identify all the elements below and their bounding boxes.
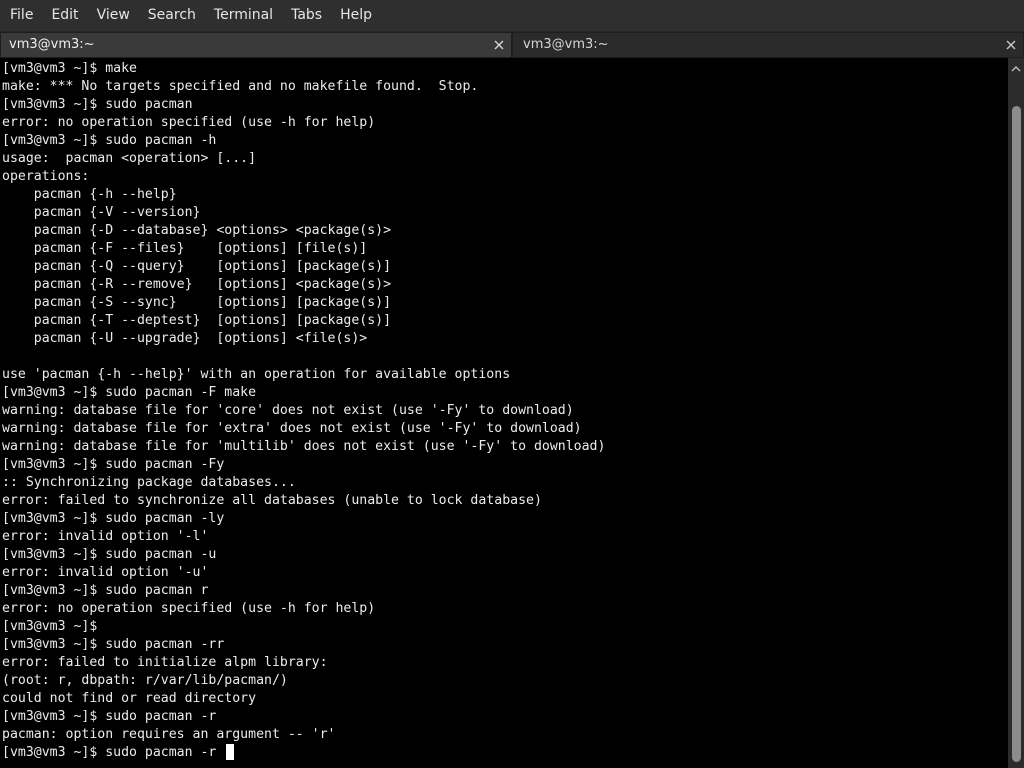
tab-2[interactable]: vm3@vm3:~	[512, 32, 1024, 58]
terminal-line: error: failed to initialize alpm library…	[2, 655, 328, 670]
terminal-line: [vm3@vm3 ~]$ sudo pacman -rr	[2, 637, 225, 652]
scrollbar-thumb[interactable]	[1012, 106, 1021, 762]
terminal-line: pacman {-T --deptest} [options] [package…	[2, 313, 392, 328]
tab-1-title: vm3@vm3:~	[9, 37, 95, 52]
terminal-line: error: no operation specified (use -h fo…	[2, 601, 376, 616]
terminal-line: pacman {-D --database} <options> <packag…	[2, 223, 392, 238]
close-icon[interactable]	[1003, 37, 1019, 53]
terminal-line: operations:	[2, 169, 90, 184]
menu-terminal[interactable]: Terminal	[205, 0, 282, 31]
terminal-line: :: Synchronizing package databases...	[2, 475, 296, 490]
terminal-line: use 'pacman {-h --help}' with an operati…	[2, 367, 511, 382]
terminal-line: (root: r, dbpath: r/var/lib/pacman/)	[2, 673, 288, 688]
terminal-line: warning: database file for 'multilib' do…	[2, 439, 606, 454]
terminal-line: [vm3@vm3 ~]$ sudo pacman -h	[2, 133, 217, 148]
close-icon-glyph	[494, 40, 504, 50]
menu-tabs[interactable]: Tabs	[282, 0, 331, 31]
terminal-line: pacman {-V --version}	[2, 205, 201, 220]
tab-2-title: vm3@vm3:~	[523, 37, 609, 52]
text-cursor	[226, 744, 234, 760]
terminal-line: error: invalid option '-l'	[2, 529, 209, 544]
chevron-up-glyph	[1011, 66, 1021, 72]
terminal-line: pacman: option requires an argument -- '…	[2, 727, 336, 742]
close-icon[interactable]	[491, 37, 507, 53]
terminal-line: pacman {-S --sync} [options] [package(s)…	[2, 295, 392, 310]
terminal-line: error: invalid option '-u'	[2, 565, 209, 580]
menu-file[interactable]: File	[0, 0, 42, 31]
terminal-line: pacman {-Q --query} [options] [package(s…	[2, 259, 392, 274]
terminal-line: pacman {-h --help}	[2, 187, 177, 202]
terminal-line: [vm3@vm3 ~]$ make	[2, 61, 137, 76]
terminal-line: pacman {-R --remove} [options] <package(…	[2, 277, 392, 292]
menu-search[interactable]: Search	[139, 0, 205, 31]
terminal-line: [vm3@vm3 ~]$ sudo pacman -F make	[2, 385, 257, 400]
tab-bar: vm3@vm3:~ vm3@vm3:~	[0, 31, 1024, 58]
terminal-line: [vm3@vm3 ~]$ sudo pacman	[2, 97, 193, 112]
terminal-line: usage: pacman <operation> [...]	[2, 151, 257, 166]
terminal-line: [vm3@vm3 ~]$ sudo pacman -r	[2, 709, 217, 724]
terminal-line: [vm3@vm3 ~]$ sudo pacman -Fy	[2, 457, 225, 472]
chevron-up-icon[interactable]	[1008, 60, 1024, 72]
menu-view[interactable]: View	[88, 0, 139, 31]
terminal-line: warning: database file for 'core' does n…	[2, 403, 574, 418]
terminal-line: [vm3@vm3 ~]$ sudo pacman -u	[2, 547, 217, 562]
menu-edit[interactable]: Edit	[42, 0, 87, 31]
terminal-line: [vm3@vm3 ~]$ sudo pacman -ly	[2, 511, 225, 526]
terminal-window: File Edit View Search Terminal Tabs Help…	[0, 0, 1024, 768]
vertical-scrollbar[interactable]	[1008, 58, 1024, 768]
terminal-line: warning: database file for 'extra' does …	[2, 421, 582, 436]
terminal-line: [vm3@vm3 ~]$	[2, 619, 98, 634]
terminal-line: error: no operation specified (use -h fo…	[2, 115, 376, 130]
terminal-line: pacman {-F --files} [options] [file(s)]	[2, 241, 368, 256]
menu-help[interactable]: Help	[331, 0, 381, 31]
terminal-line: error: failed to synchronize all databas…	[2, 493, 542, 508]
terminal-line: [vm3@vm3 ~]$ sudo pacman -r	[2, 745, 225, 760]
tab-1[interactable]: vm3@vm3:~	[0, 32, 512, 58]
menu-bar: File Edit View Search Terminal Tabs Help	[0, 0, 1024, 31]
close-icon-glyph	[1006, 40, 1016, 50]
terminal-line: could not find or read directory	[2, 691, 257, 706]
terminal-line: pacman {-U --upgrade} [options] <file(s)…	[2, 331, 368, 346]
terminal-line: [vm3@vm3 ~]$ sudo pacman r	[2, 583, 209, 598]
terminal-output[interactable]: [vm3@vm3 ~]$ make make: *** No targets sp…	[0, 58, 1008, 768]
terminal-line: make: *** No targets specified and no ma…	[2, 79, 479, 94]
